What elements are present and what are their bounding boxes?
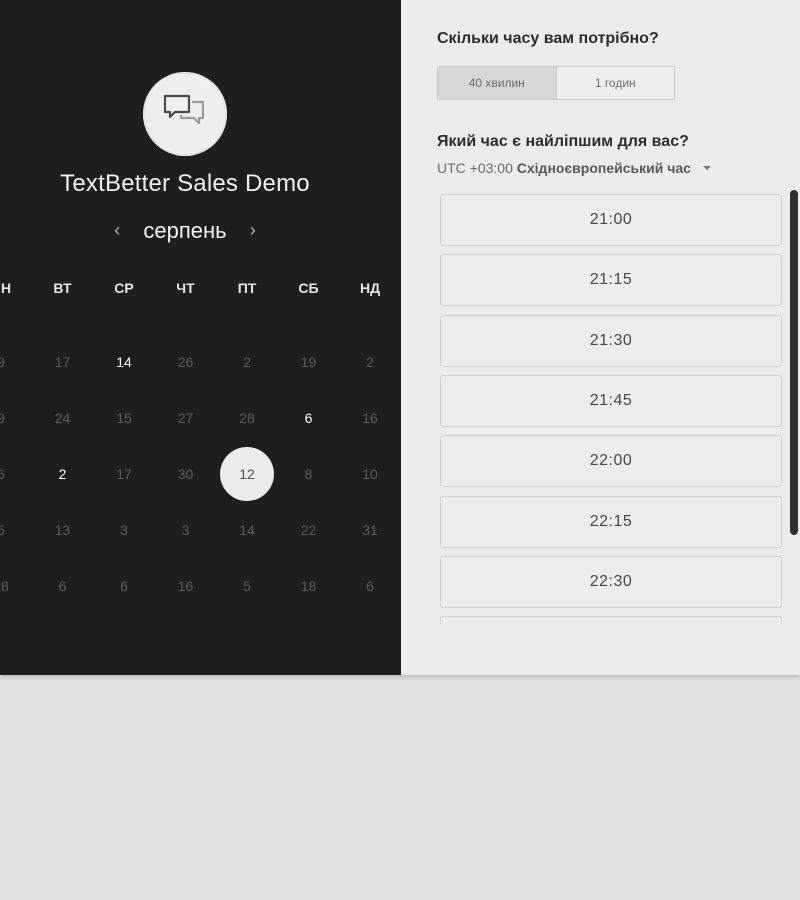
- calendar-day: 17: [54, 354, 71, 370]
- event-title: TextBetter Sales Demo: [60, 170, 310, 197]
- calendar-day: 2: [366, 354, 374, 370]
- duration-toggle: 40 хвилин 1 годин: [437, 66, 675, 100]
- time-slot-button[interactable]: 21:15: [440, 254, 782, 307]
- calendar-day[interactable]: 2: [35, 446, 91, 502]
- duration-option[interactable]: 1 годин: [557, 67, 675, 99]
- time-slot-button[interactable]: 21:00: [440, 194, 782, 246]
- month-nav: ‹ серпень ›: [0, 218, 370, 244]
- duration-option[interactable]: 40 хвилин: [438, 67, 557, 99]
- time-slot-button[interactable]: 22:15: [440, 495, 782, 548]
- chat-bubbles-icon: [163, 94, 205, 125]
- month-label: серпень: [143, 218, 227, 243]
- calendar-day: 3: [120, 522, 128, 538]
- weekday-label: ВТ: [53, 280, 72, 296]
- calendar-day: 14: [239, 522, 255, 538]
- weekday-header: ПН ВТ СР ЧТ ПТ СБ НД: [0, 280, 401, 320]
- timezone-selector[interactable]: UTC +03:00 Східноєвропейський час: [437, 160, 711, 176]
- timezone-offset: UTC +03:00: [437, 160, 513, 176]
- time-slot-button[interactable]: 21:30: [440, 314, 782, 367]
- calendar-day: 27: [177, 410, 194, 426]
- calendar-day: 24: [54, 410, 71, 426]
- scheduler-card: TextBetter Sales Demo ‹ серпень › ПН ВТ СР…: [0, 0, 800, 675]
- duration-question: Скільки часу вам потрібно?: [437, 30, 659, 47]
- time-slot-list: 21:00 21:15 21:30 21:45 22:00 22:15 22:30: [440, 194, 784, 624]
- weekday-label: ПТ: [237, 280, 257, 296]
- calendar-day: 22: [300, 522, 317, 538]
- time-slot-button[interactable]: [440, 616, 782, 624]
- chevron-left-icon[interactable]: ‹: [107, 220, 127, 241]
- calendar-day: 6: [58, 578, 67, 594]
- calendar-day: 13: [54, 522, 71, 538]
- calendar-day: 5: [243, 578, 251, 594]
- calendar-day: 26: [177, 354, 194, 370]
- calendar-day[interactable]: 6: [281, 390, 337, 446]
- weekday-label: ПН: [0, 280, 12, 296]
- calendar-day: 28: [239, 410, 255, 426]
- time-slot-button[interactable]: 22:00: [440, 435, 782, 488]
- calendar-day: 2: [243, 354, 251, 370]
- calendar-day: 6: [120, 578, 128, 594]
- calendar-day: 9: [0, 354, 5, 370]
- event-logo: [143, 72, 227, 156]
- calendar-day: 18: [300, 578, 317, 594]
- calendar-day: 16: [177, 578, 194, 594]
- time-slot-button[interactable]: 22:30: [440, 555, 782, 608]
- calendar-day: 3: [181, 522, 190, 538]
- time-slot-button[interactable]: 21:45: [440, 374, 782, 427]
- caret-down-icon: [702, 166, 711, 170]
- weekday-label: ЧТ: [176, 280, 195, 296]
- timezone-name: Східноєвропейський час: [516, 160, 691, 176]
- booking-panel: Скільки часу вам потрібно? 40 хвилин 1 го…: [401, 0, 800, 675]
- calendar-day-selected[interactable]: 12: [220, 447, 274, 501]
- calendar-day[interactable]: 14: [96, 334, 152, 390]
- calendar-day: 19: [300, 354, 317, 370]
- calendar-day: 31: [362, 522, 378, 538]
- weekday-label: СР: [114, 280, 134, 296]
- calendar-day: 15: [116, 410, 132, 426]
- calendar-day: 6: [366, 578, 374, 594]
- weekday-label: НД: [359, 280, 381, 296]
- time-question: Який час є найліпшим для вас?: [437, 133, 689, 150]
- calendar-day: 17: [116, 466, 132, 482]
- calendar-day: 10: [362, 466, 378, 482]
- scrollbar[interactable]: [790, 190, 798, 535]
- weekday-label: СБ: [298, 280, 319, 296]
- event-panel: TextBetter Sales Demo ‹ серпень › ПН ВТ СР…: [0, 0, 401, 675]
- calendar-day: 30: [177, 466, 194, 482]
- calendar-day: 16: [362, 410, 378, 426]
- calendar-week: 2866165186: [0, 578, 401, 626]
- chevron-right-icon[interactable]: ›: [243, 220, 263, 241]
- calendar-day: 8: [304, 466, 313, 482]
